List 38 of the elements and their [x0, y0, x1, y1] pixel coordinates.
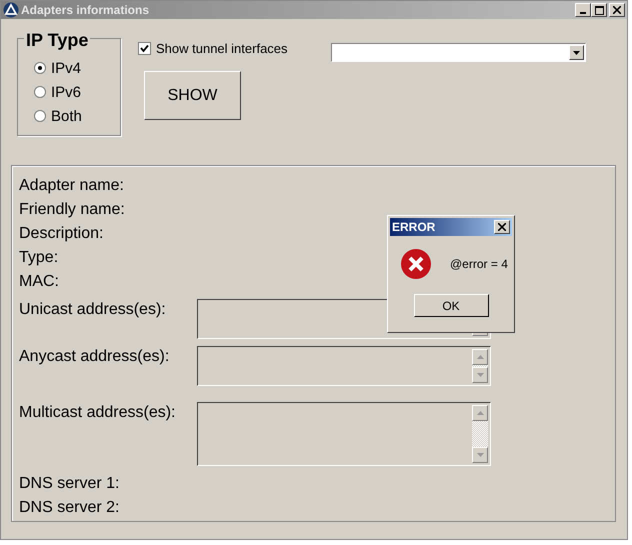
maximize-button[interactable]	[591, 3, 607, 17]
scroll-up-icon	[476, 355, 484, 359]
maximize-icon	[594, 6, 604, 14]
show-button[interactable]: SHOW	[144, 71, 241, 120]
field-label: DNS server 2:	[19, 498, 120, 518]
check-icon	[140, 44, 149, 53]
field-label: Description:	[19, 224, 104, 244]
dropdown-arrow-icon	[572, 50, 580, 54]
field-label: MAC:	[19, 272, 59, 292]
scroll-down-icon	[476, 453, 484, 457]
app-logo-icon	[3, 2, 19, 18]
scroll-down-icon	[476, 373, 484, 377]
field-label: DNS server 1:	[19, 474, 120, 494]
close-button[interactable]	[494, 220, 510, 234]
field-label: Friendly name:	[19, 200, 125, 220]
minimize-button[interactable]	[575, 3, 591, 17]
radio-option[interactable]: IPv6	[34, 83, 120, 101]
error-icon	[400, 248, 432, 280]
radio-option[interactable]: IPv4	[34, 59, 120, 77]
address-list[interactable]	[197, 346, 491, 386]
dialog-title: ERROR	[392, 220, 436, 234]
tunnel-checkbox[interactable]: Show tunnel interfaces	[138, 41, 288, 56]
field-label: Anycast address(es):	[19, 348, 170, 367]
field-label: Type:	[19, 248, 58, 268]
adapter-dropdown[interactable]	[330, 43, 586, 62]
field-label: Multicast address(es):	[19, 404, 176, 423]
scrollbar[interactable]	[472, 349, 488, 383]
ok-button[interactable]: OK	[414, 294, 488, 317]
close-icon	[498, 223, 506, 231]
error-message: @error = 4	[450, 257, 508, 271]
scroll-up-icon	[476, 411, 484, 415]
field-label: Unicast address(es):	[19, 301, 167, 320]
close-button[interactable]	[609, 3, 625, 17]
field-label: Adapter name:	[19, 176, 124, 196]
window-title: Adapters informations	[21, 3, 150, 17]
radio-option[interactable]: Both	[34, 107, 120, 125]
close-icon	[613, 6, 621, 14]
scrollbar[interactable]	[472, 405, 488, 463]
